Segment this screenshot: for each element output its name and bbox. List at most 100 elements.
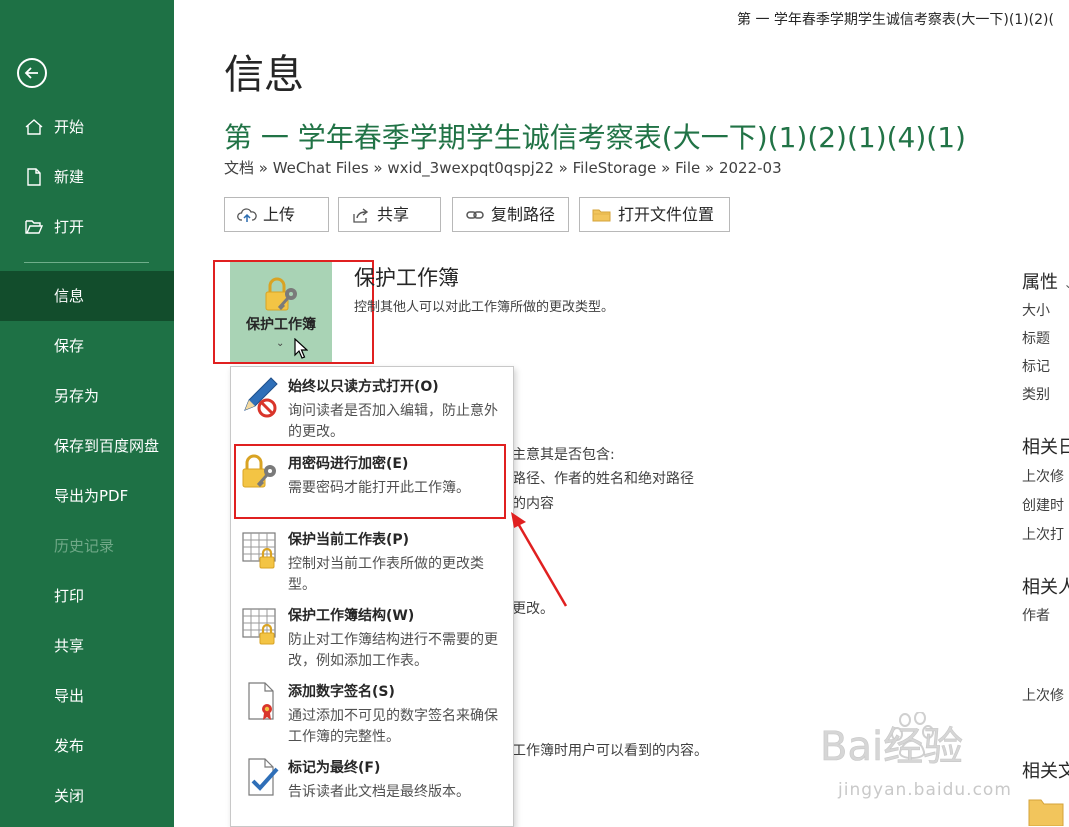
menu-item-title: 始终以只读方式打开(O)	[288, 379, 439, 395]
share-icon	[353, 208, 369, 223]
baidu-logo: Bai经验	[820, 712, 963, 770]
protect-workbook-menu: 始终以只读方式打开(O) 询问读者是否加入编辑，防止意外的更改。 用密码进行加密…	[230, 366, 514, 827]
menu-item-desc: 询问读者是否加入编辑，防止意外的更改。	[288, 403, 498, 440]
property-category: 类别	[1022, 387, 1050, 403]
mark-final-icon	[248, 758, 279, 796]
nav-new[interactable]: 新建	[0, 152, 174, 202]
property-tags: 标记	[1022, 359, 1050, 375]
back-button[interactable]	[17, 58, 47, 88]
new-document-icon	[27, 168, 41, 186]
nav-history: 历史记录	[0, 521, 174, 571]
nav-save-as[interactable]: 另存为	[0, 371, 174, 421]
protect-workbook-heading: 保护工作簿	[354, 266, 459, 290]
chevron-down-icon: ⌄	[1063, 277, 1069, 291]
sheet-lock-icon	[242, 532, 276, 569]
nav-save-to-baidu-label: 保存到百度网盘	[54, 437, 160, 455]
nav-open-label: 打开	[54, 218, 85, 236]
date-created: 创建时	[1022, 498, 1064, 514]
related-documents-heading: 相关文	[1022, 761, 1069, 782]
nav-publish-label: 发布	[54, 737, 85, 755]
inspect-text-3: 的内容	[512, 496, 554, 512]
open-file-location-button[interactable]: 打开文件位置	[579, 197, 730, 232]
property-title: 标题	[1022, 331, 1050, 347]
properties-heading[interactable]: 属性 ⌄	[1022, 268, 1069, 294]
menu-item-always-open-read-only[interactable]: 始终以只读方式打开(O) 询问读者是否加入编辑，防止意外的更改。	[231, 370, 513, 446]
nav-save-label: 保存	[54, 337, 85, 355]
nav-export-label: 导出	[54, 687, 85, 705]
menu-item-title: 保护当前工作表(P)	[288, 532, 410, 548]
nav-open[interactable]: 打开	[0, 202, 174, 252]
link-icon	[466, 211, 484, 219]
share-button[interactable]: 共享	[338, 197, 441, 232]
menu-item-title: 保护工作簿结构(W)	[288, 608, 415, 624]
nav-history-label: 历史记录	[54, 537, 115, 555]
pencil-no-edit-icon	[244, 377, 278, 418]
document-title: 第 一 学年春季学期学生诚信考察表(大一下)(1)(2)(1)(4)(1)	[224, 121, 966, 154]
nav-info-label: 信息	[54, 287, 85, 305]
menu-item-title: 添加数字签名(S)	[288, 684, 395, 700]
menu-item-desc: 防止对工作簿结构进行不需要的更改，例如添加工作表。	[288, 632, 498, 669]
open-folder-icon	[25, 220, 44, 234]
page-title: 信息	[224, 52, 304, 98]
nav-home-label: 开始	[54, 118, 85, 136]
menu-item-add-digital-signature[interactable]: 添加数字签名(S) 通过添加不可见的数字签名来确保工作簿的完整性。	[231, 675, 513, 751]
backstage-sidebar: 开始 新建 打开 信息 保存 另存为 保存到百度网盘 导出为PDF 历史记录 打…	[0, 0, 174, 827]
nav-save-to-baidu[interactable]: 保存到百度网盘	[0, 421, 174, 471]
nav-export[interactable]: 导出	[0, 671, 174, 721]
nav-info[interactable]: 信息	[0, 271, 174, 321]
open-file-location-label: 打开文件位置	[618, 205, 715, 224]
digital-signature-icon	[248, 682, 274, 720]
person-last-modified-by: 上次修	[1022, 688, 1064, 704]
property-size: 大小	[1022, 303, 1050, 319]
nav-close[interactable]: 关闭	[0, 771, 174, 821]
browser-view-text: 工作簿时用户可以看到的内容。	[512, 743, 708, 759]
window-title: 第 一 学年春季学期学生诚信考察表(大一下)(1)(2)(	[737, 12, 1054, 28]
nav-save[interactable]: 保存	[0, 321, 174, 371]
nav-new-label: 新建	[54, 168, 85, 186]
nav-export-pdf-label: 导出为PDF	[54, 487, 129, 505]
cloud-upload-icon	[237, 208, 257, 222]
menu-item-protect-current-sheet[interactable]: 保护当前工作表(P) 控制对当前工作表所做的更改类型。	[231, 523, 513, 599]
menu-item-title: 标记为最终(F)	[288, 760, 381, 776]
watermark-logo-text: Bai经验	[820, 724, 963, 770]
inspect-text-1: 主意其是否包含:	[512, 447, 615, 463]
copy-path-label: 复制路径	[491, 205, 556, 224]
person-author: 作者	[1022, 608, 1050, 624]
nav-print-label: 打印	[54, 587, 85, 605]
inspect-text-2: 路径、作者的姓名和绝对路径	[512, 471, 694, 487]
highlight-box-encrypt	[234, 444, 506, 519]
menu-item-desc: 通过添加不可见的数字签名来确保工作簿的完整性。	[288, 708, 498, 745]
workbook-structure-lock-icon	[242, 608, 276, 645]
folder-icon	[1028, 799, 1064, 826]
date-last-printed: 上次打	[1022, 527, 1064, 543]
upload-label: 上传	[263, 205, 296, 224]
share-label: 共享	[377, 205, 410, 224]
related-people-heading: 相关人	[1022, 577, 1069, 598]
properties-heading-label: 属性	[1022, 272, 1058, 293]
folder-icon	[592, 209, 611, 222]
nav-share-label: 共享	[54, 637, 85, 655]
sidebar-divider	[24, 262, 149, 263]
nav-print[interactable]: 打印	[0, 571, 174, 621]
nav-export-pdf[interactable]: 导出为PDF	[0, 471, 174, 521]
nav-close-label: 关闭	[54, 787, 85, 805]
menu-item-mark-as-final[interactable]: 标记为最终(F) 告诉读者此文档是最终版本。	[231, 751, 513, 821]
protect-workbook-description: 控制其他人可以对此工作簿所做的更改类型。	[354, 300, 615, 315]
menu-item-protect-workbook-structure[interactable]: 保护工作簿结构(W) 防止对工作簿结构进行不需要的更改，例如添加工作表。	[231, 599, 513, 675]
menu-item-desc: 控制对当前工作表所做的更改类型。	[288, 556, 484, 593]
home-icon	[25, 119, 43, 135]
copy-path-button[interactable]: 复制路径	[452, 197, 569, 232]
related-dates-heading: 相关日	[1022, 437, 1069, 458]
nav-publish[interactable]: 发布	[0, 721, 174, 771]
nav-save-as-label: 另存为	[54, 387, 100, 405]
nav-share[interactable]: 共享	[0, 621, 174, 671]
nav-home[interactable]: 开始	[0, 102, 174, 152]
watermark-url: jingyan.baidu.com	[838, 780, 1012, 800]
upload-button[interactable]: 上传	[224, 197, 329, 232]
red-arrow-annotation	[511, 512, 568, 607]
back-arrow-icon	[24, 67, 38, 79]
menu-item-desc: 告诉读者此文档是最终版本。	[288, 784, 470, 800]
file-path-breadcrumb: 文档 » WeChat Files » wxid_3wexpqt0qspj22 …	[224, 159, 782, 177]
mouse-cursor-icon	[294, 338, 308, 359]
baidu-jingyan-watermark: Bai经验 jingyan.baidu.com	[820, 712, 1020, 812]
